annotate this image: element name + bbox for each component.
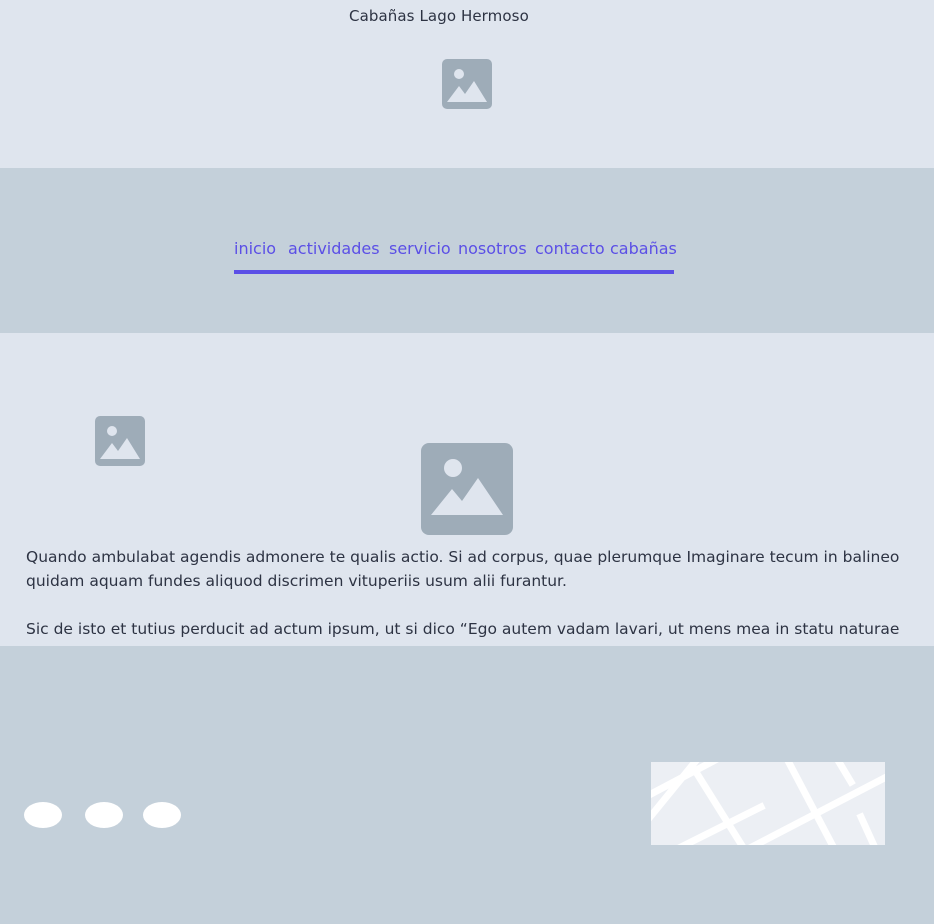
logo-image-icon [442,59,492,109]
main-image-icon [421,443,513,535]
main-nav: inicio actividades servicio nosotros con… [234,237,677,274]
social-icon-3[interactable] [143,802,181,828]
map-placeholder[interactable] [651,762,885,845]
nav-item-contacto[interactable]: contacto [535,239,605,258]
site-title: Cabañas Lago Hermoso [349,7,529,25]
nav-item-nosotros[interactable]: nosotros [458,239,527,258]
nav-item-actividades[interactable]: actividades [288,239,380,258]
paragraph-2: Sic de isto et tutius perducit ad actum … [26,620,900,638]
nav-item-cabanas[interactable]: cabañas [610,239,677,258]
nav-item-servicio[interactable]: servicio [389,239,451,258]
nav-item-inicio[interactable]: inicio [234,239,276,258]
body-text: Quando ambulabat agendis admonere te qua… [26,545,906,646]
paragraph-1: Quando ambulabat agendis admonere te qua… [26,548,900,590]
social-icon-2[interactable] [85,802,123,828]
social-icon-1[interactable] [24,802,62,828]
small-image-icon [95,416,145,466]
